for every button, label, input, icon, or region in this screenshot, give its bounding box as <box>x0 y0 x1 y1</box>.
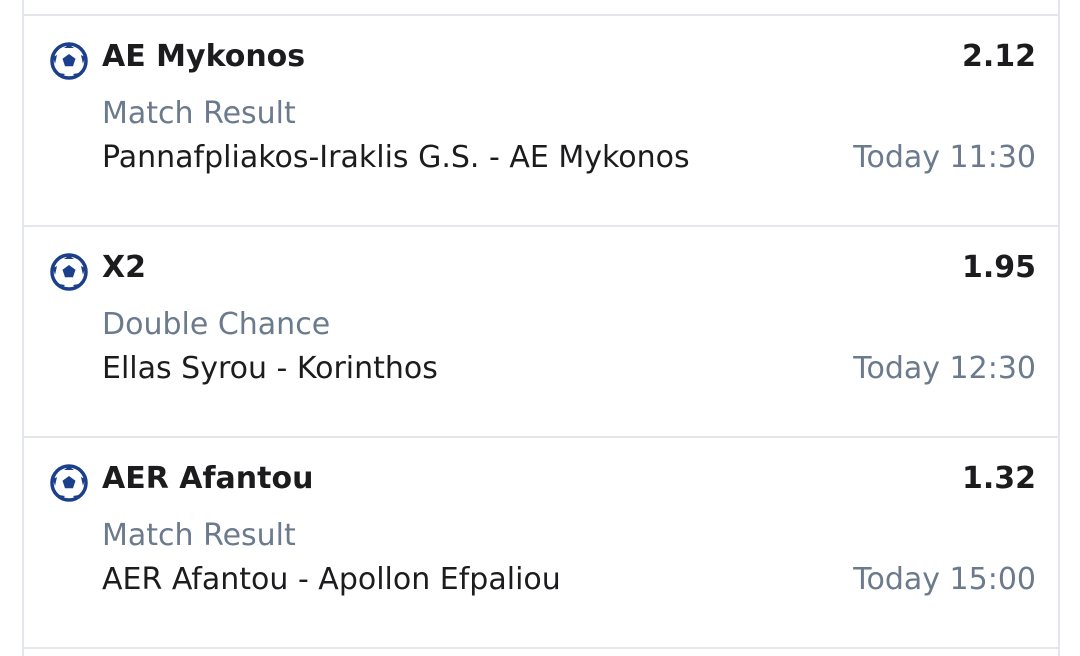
market-name: Double Chance <box>102 307 331 342</box>
match-name: AER Afantou - Apollon Efpaliou <box>102 562 561 597</box>
football-icon <box>50 42 88 80</box>
bet-list-page: AE Mykonos 2.12 Match Result Pannafpliak… <box>0 0 1080 656</box>
bet-item[interactable]: AE Mykonos 2.12 Match Result Pannafpliak… <box>24 16 1058 226</box>
selection-name: AE Mykonos <box>102 39 306 74</box>
selection-name: X2 <box>102 250 147 285</box>
divider <box>24 647 1058 649</box>
odds-value: 1.32 <box>961 461 1036 496</box>
bet-item[interactable]: X2 1.95 Double Chance Ellas Syrou - Kori… <box>24 227 1058 437</box>
match-name: Pannafpliakos-Iraklis G.S. - AE Mykonos <box>102 140 690 175</box>
bet-list: AE Mykonos 2.12 Match Result Pannafpliak… <box>22 0 1060 656</box>
football-icon <box>50 464 88 502</box>
market-name: Match Result <box>102 518 296 553</box>
match-time: Today 11:30 <box>853 140 1036 175</box>
selection-name: AER Afantou <box>102 461 314 496</box>
match-time: Today 12:30 <box>853 351 1036 386</box>
odds-value: 2.12 <box>961 39 1036 74</box>
bet-item[interactable]: AER Afantou 1.32 Match Result AER Afanto… <box>24 438 1058 648</box>
match-time: Today 15:00 <box>853 562 1036 597</box>
market-name: Match Result <box>102 96 296 131</box>
odds-value: 1.95 <box>961 250 1036 285</box>
football-icon <box>50 253 88 291</box>
match-name: Ellas Syrou - Korinthos <box>102 351 438 386</box>
